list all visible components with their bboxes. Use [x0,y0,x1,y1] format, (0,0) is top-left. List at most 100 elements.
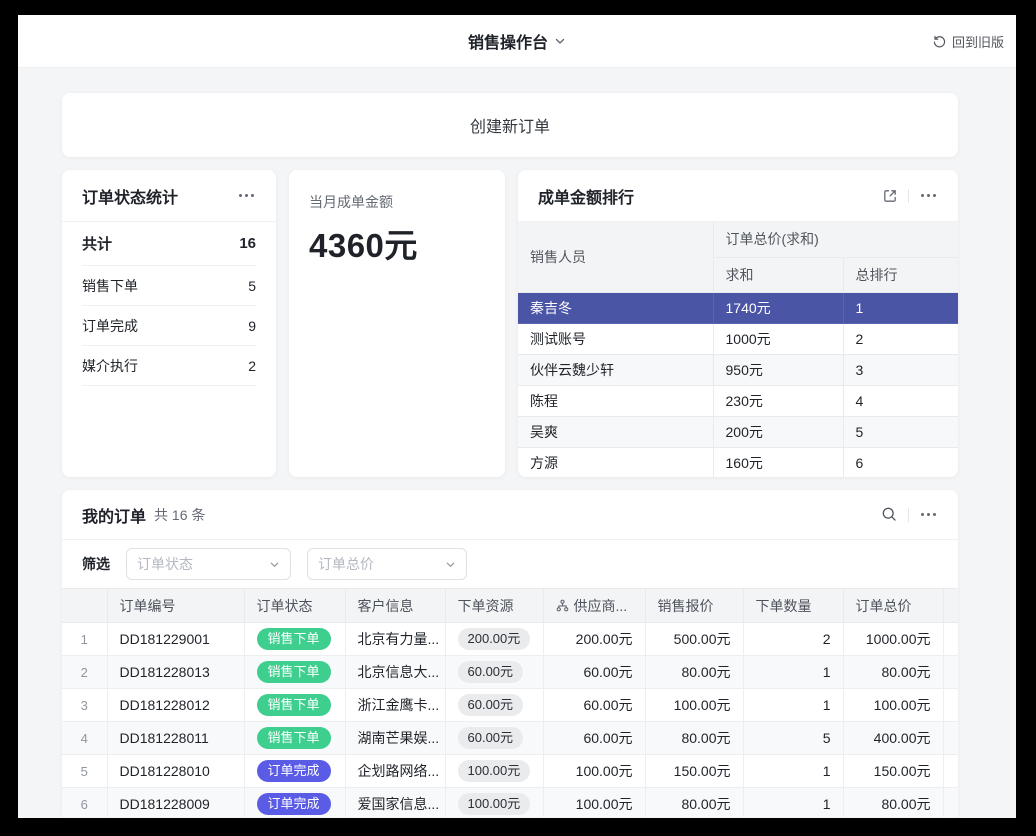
stat-row[interactable]: 销售下单 5 [82,266,256,306]
order-row[interactable]: 1 DD181229001 销售下单 北京有力量... 200.00元 200.… [62,623,958,656]
stat-label: 共计 [82,233,112,254]
order-quantity: 1 [743,656,843,689]
orders-card-title: 我的订单 [82,503,146,527]
ranking-row[interactable]: 方源 160元 6 [518,447,958,477]
trailing-cell [943,689,958,722]
customer-info: 北京信息大... [345,656,445,689]
stat-value: 16 [239,235,256,252]
ranking-row[interactable]: 陈程 230元 4 [518,385,958,416]
dashboard-body: 创建新订单 订单状态统计 共计 [18,68,1016,817]
ranking-card-title: 成单金额排行 [538,184,634,208]
back-to-old-version-link[interactable]: 回到旧版 [932,15,1004,67]
stat-label: 订单完成 [82,316,138,336]
stat-row[interactable]: 媒介执行 2 [82,346,256,386]
more-menu-icon[interactable] [919,190,938,201]
status-badge: 销售下单 [257,628,331,650]
stat-row[interactable]: 共计 16 [82,222,256,266]
order-row[interactable]: 2 DD181228013 销售下单 北京信息大... 60.00元 60.00… [62,656,958,689]
ranking-rank: 5 [843,416,958,447]
ranking-rank: 4 [843,385,958,416]
trailing-cell [943,722,958,755]
order-total: 150.00元 [843,755,943,788]
amount-value: 4360元 [309,219,485,267]
ranking-sum: 950元 [713,354,843,385]
stat-value: 2 [248,358,256,374]
divider [908,508,909,522]
chevron-down-icon [554,35,566,47]
ranking-row[interactable]: 伙伴云魏少轩 950元 3 [518,354,958,385]
resource-badge: 100.00元 [458,760,531,782]
order-quantity: 2 [743,623,843,656]
open-external-icon[interactable] [882,188,898,204]
create-order-button[interactable]: 创建新订单 [62,93,958,157]
col-resource: 下单资源 [445,589,543,623]
more-menu-icon[interactable] [919,509,938,520]
order-number: DD181229001 [107,623,244,656]
ranking-table: 销售人员 订单总价(求和) 求和 总排行 [518,222,958,477]
customer-info: 北京有力量... [345,623,445,656]
ranking-card: 成单金额排行 销售人员 [518,170,958,477]
top-bar: 销售操作台 回到旧版 [18,15,1016,68]
chevron-down-icon [445,559,456,570]
col-customer: 客户信息 [345,589,445,623]
order-row[interactable]: 4 DD181228011 销售下单 湖南芒果娱... 60.00元 60.00… [62,722,958,755]
ranking-row[interactable]: 测试账号 1000元 2 [518,323,958,354]
trailing-cell [943,623,958,656]
order-status-stats-card: 订单状态统计 共计 16 [62,170,276,477]
col-row-index [62,589,107,623]
row-index: 1 [62,623,107,656]
col-status: 订单状态 [244,589,345,623]
page-title: 销售操作台 [468,29,548,53]
supplier-price: 100.00元 [543,755,645,788]
filter-order-status-placeholder: 订单状态 [137,554,193,574]
order-number: DD181228011 [107,722,244,755]
order-total: 100.00元 [843,689,943,722]
customer-info: 企划路网络... [345,755,445,788]
ranking-col-person: 销售人员 [518,222,713,292]
customer-info: 爱国家信息... [345,788,445,818]
order-total: 1000.00元 [843,623,943,656]
resource-badge: 60.00元 [458,727,524,749]
ranking-row[interactable]: 秦吉冬 1740元 1 [518,292,958,323]
workspace-switcher[interactable]: 销售操作台 [468,29,566,53]
stat-value: 5 [248,278,256,294]
trailing-cell [943,656,958,689]
resource-badge: 200.00元 [458,628,531,650]
back-to-old-version-label: 回到旧版 [952,32,1004,51]
order-number: DD181228012 [107,689,244,722]
col-total: 订单总价 [843,589,943,623]
relation-icon [556,599,569,612]
ranking-row[interactable]: 吴爽 200元 5 [518,416,958,447]
order-quantity: 1 [743,755,843,788]
resource-badge: 60.00元 [458,694,524,716]
order-number: DD181228010 [107,755,244,788]
col-quote: 销售报价 [645,589,743,623]
search-icon[interactable] [881,506,898,523]
supplier-price: 60.00元 [543,656,645,689]
monthly-amount-card: 当月成单金额 4360元 [289,170,505,477]
col-trailing [943,589,958,623]
row-index: 2 [62,656,107,689]
supplier-price: 200.00元 [543,623,645,656]
filter-order-total-select[interactable]: 订单总价 [307,548,467,580]
more-menu-icon[interactable] [237,190,256,201]
stat-row[interactable]: 订单完成 9 [82,306,256,346]
status-badge: 销售下单 [257,661,331,683]
order-total: 400.00元 [843,722,943,755]
ranking-person: 伙伴云魏少轩 [518,354,713,385]
order-row[interactable]: 6 DD181228009 订单完成 爱国家信息... 100.00元 100.… [62,788,958,818]
ranking-rank: 2 [843,323,958,354]
orders-count: 共 16 条 [154,505,205,525]
order-row[interactable]: 5 DD181228010 订单完成 企划路网络... 100.00元 100.… [62,755,958,788]
trailing-cell [943,788,958,818]
ranking-rank: 1 [843,292,958,323]
filter-order-status-select[interactable]: 订单状态 [126,548,291,580]
ranking-sum: 200元 [713,416,843,447]
ranking-rank: 6 [843,447,958,477]
trailing-cell [943,755,958,788]
filter-order-total-placeholder: 订单总价 [318,554,374,574]
order-row[interactable]: 3 DD181228012 销售下单 浙江金鹰卡... 60.00元 60.00… [62,689,958,722]
ranking-person: 方源 [518,447,713,477]
col-supplier: 供应商... [543,589,645,623]
order-number: DD181228009 [107,788,244,818]
